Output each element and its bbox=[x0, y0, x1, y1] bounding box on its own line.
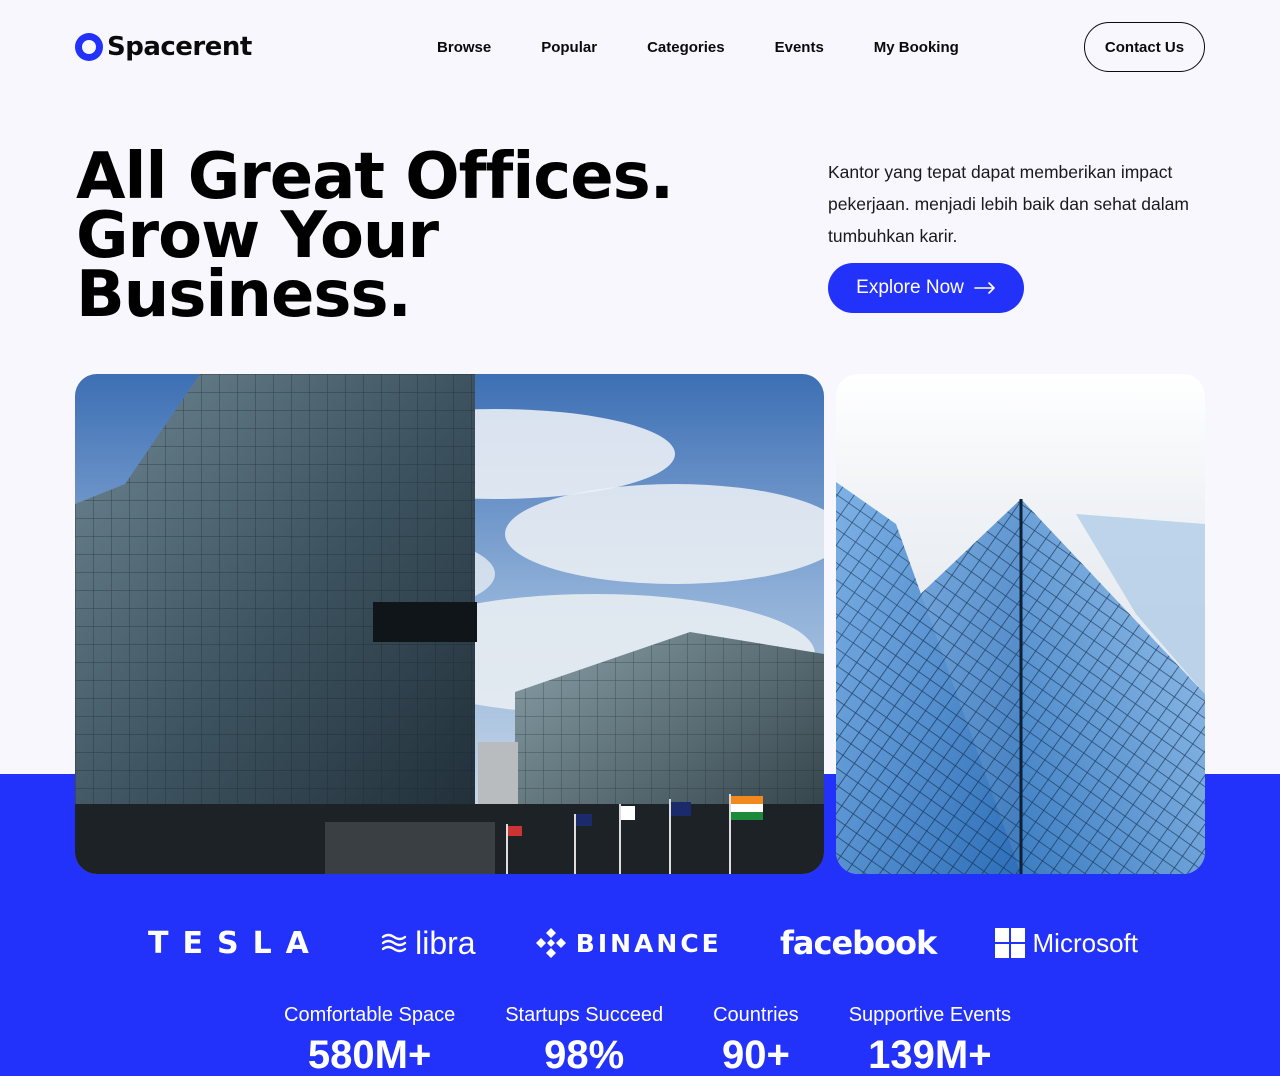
top-navbar: Spacerent Browse Popular Categories Even… bbox=[75, 22, 1205, 72]
stat-supportive-events: Supportive Events 139M+ bbox=[849, 1004, 1011, 1076]
stat-startups-succeed: Startups Succeed 98% bbox=[505, 1004, 663, 1076]
facebook-logo: facebook bbox=[779, 924, 937, 962]
hero-description: Kantor yang tepat dapat memberikan impac… bbox=[828, 162, 1189, 246]
nav-item-popular[interactable]: Popular bbox=[541, 39, 597, 56]
skyscraper-looking-up-photo bbox=[836, 374, 1205, 874]
headline-line-3: Business. bbox=[76, 258, 412, 332]
microsoft-squares-icon bbox=[994, 928, 1025, 958]
microsoft-logo: Microsoft bbox=[994, 927, 1138, 959]
stat-comfortable-space: Comfortable Space 580M+ bbox=[284, 1004, 455, 1076]
explore-now-button[interactable]: Explore Now bbox=[828, 263, 1024, 313]
nav-item-my-booking[interactable]: My Booking bbox=[874, 39, 959, 56]
partner-logos: TESLA libra BINANCE facebook Microsoft bbox=[148, 920, 1138, 966]
stat-label: Countries bbox=[713, 1004, 799, 1026]
contact-us-button[interactable]: Contact Us bbox=[1084, 22, 1205, 72]
facebook-wordmark: facebook bbox=[779, 924, 937, 962]
binance-wordmark: BINANCE bbox=[575, 928, 722, 958]
nav-item-browse[interactable]: Browse bbox=[437, 39, 491, 56]
binance-diamond-icon bbox=[535, 928, 566, 958]
stat-value: 90+ bbox=[721, 1033, 790, 1076]
arrow-right-icon bbox=[974, 282, 995, 294]
binance-logo: BINANCE bbox=[534, 926, 722, 960]
microsoft-wordmark: Microsoft bbox=[1032, 927, 1138, 958]
ring-logo-icon bbox=[75, 33, 103, 61]
stat-value: 139M+ bbox=[868, 1033, 992, 1076]
stats-row: Comfortable Space 580M+ Startups Succeed… bbox=[284, 1004, 1011, 1076]
stat-value: 98% bbox=[544, 1033, 625, 1076]
nav-item-categories[interactable]: Categories bbox=[647, 39, 725, 56]
explore-now-label: Explore Now bbox=[856, 277, 964, 298]
tesla-logo: TESLA bbox=[148, 926, 323, 961]
tesla-wordmark: TESLA bbox=[148, 925, 323, 961]
stat-label: Startups Succeed bbox=[505, 1004, 664, 1026]
stat-value: 580M+ bbox=[307, 1033, 432, 1076]
brand[interactable]: Spacerent bbox=[75, 32, 252, 62]
libra-waves-icon bbox=[381, 933, 407, 953]
stat-label: Comfortable Space bbox=[284, 1004, 456, 1026]
hero-headline: All Great Offices. Grow Your Business. bbox=[76, 145, 776, 332]
nav-links: Browse Popular Categories Events My Book… bbox=[437, 39, 959, 56]
stat-label: Supportive Events bbox=[848, 1004, 1012, 1026]
brand-name: Spacerent bbox=[107, 32, 252, 62]
nav-item-events[interactable]: Events bbox=[775, 39, 824, 56]
glass-office-buildings-photo bbox=[75, 374, 824, 874]
libra-wordmark: libra bbox=[415, 924, 476, 961]
stat-countries: Countries 90+ bbox=[713, 1004, 799, 1076]
libra-logo: libra bbox=[381, 924, 476, 962]
